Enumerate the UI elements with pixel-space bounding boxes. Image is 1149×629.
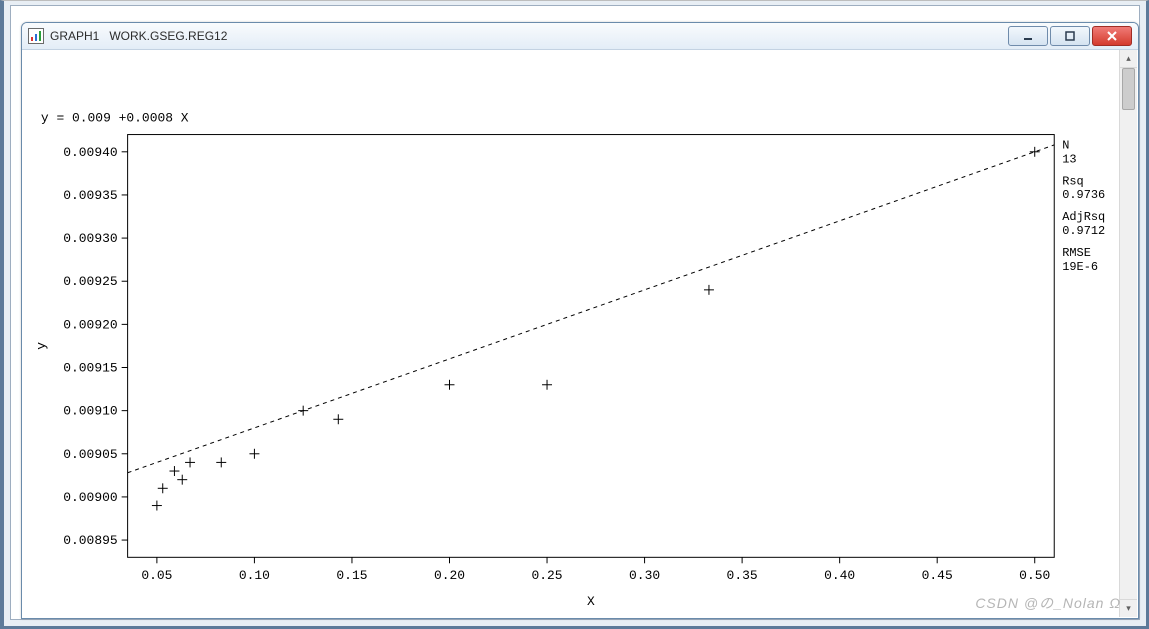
equation-text: y = 0.009 +0.0008 X: [41, 111, 189, 126]
svg-text:19E-6: 19E-6: [1062, 260, 1098, 274]
data-point: [704, 285, 714, 295]
svg-text:N: N: [1062, 138, 1069, 152]
close-button[interactable]: [1092, 26, 1132, 46]
data-point: [333, 414, 343, 424]
client-area: y = 0.009 +0.0008 X 0.00895 0.00900 0.00905…: [23, 50, 1137, 617]
scroll-up-button[interactable]: ▴: [1120, 50, 1137, 68]
data-point: [185, 457, 195, 467]
scroll-thumb[interactable]: [1122, 68, 1135, 110]
window-title: GRAPH1 WORK.GSEG.REG12: [50, 29, 227, 43]
svg-text:0.9736: 0.9736: [1062, 188, 1105, 202]
svg-text:Rsq: Rsq: [1062, 174, 1084, 188]
y-tick-label: 0.00910: [63, 404, 117, 419]
plot-frame: [128, 135, 1055, 558]
sas-graph-icon: [28, 28, 44, 44]
data-point: [158, 483, 168, 493]
y-axis-label: y: [34, 342, 49, 350]
x-tick-label: 0.40: [824, 568, 855, 583]
y-tick-label: 0.00940: [63, 145, 117, 160]
data-point: [177, 475, 187, 485]
svg-text:AdjRsq: AdjRsq: [1062, 210, 1105, 224]
content-area: GRAPH1 WORK.GSEG.REG12 y = 0.009 +0.0008: [10, 5, 1140, 620]
graph-window: GRAPH1 WORK.GSEG.REG12 y = 0.009 +0.0008: [21, 22, 1139, 619]
regression-stats: N13 Rsq0.9736 AdjRsq0.9712 RMSE19E-6: [1062, 138, 1105, 273]
x-tick-label: 0.30: [629, 568, 660, 583]
y-tick-label: 0.00930: [63, 231, 117, 246]
x-tick-label: 0.35: [727, 568, 758, 583]
svg-text:RMSE: RMSE: [1062, 246, 1091, 260]
x-tick-label: 0.20: [434, 568, 465, 583]
data-point: [542, 380, 552, 390]
scatter-chart: y = 0.009 +0.0008 X 0.00895 0.00900 0.00905…: [23, 50, 1119, 617]
y-tick-label: 0.00935: [63, 188, 117, 203]
x-tick-label: 0.10: [239, 568, 270, 583]
y-tick-label: 0.00915: [63, 360, 117, 375]
vertical-scrollbar[interactable]: ▴ ▾: [1119, 50, 1137, 617]
x-tick-label: 0.25: [531, 568, 562, 583]
y-tick-label: 0.00920: [63, 317, 117, 332]
data-point: [169, 466, 179, 476]
y-tick-label: 0.00900: [63, 490, 117, 505]
chart-area: y = 0.009 +0.0008 X 0.00895 0.00900 0.00905…: [23, 50, 1119, 617]
data-point: [216, 457, 226, 467]
scroll-down-button[interactable]: ▾: [1120, 599, 1137, 617]
data-point: [298, 406, 308, 416]
minimize-button[interactable]: [1008, 26, 1048, 46]
x-tick-label: 0.15: [336, 568, 367, 583]
x-axis-label: X: [587, 594, 595, 609]
outer-frame: GRAPH1 WORK.GSEG.REG12 y = 0.009 +0.0008: [0, 0, 1149, 629]
x-tick-label: 0.45: [922, 568, 953, 583]
x-tick-label: 0.05: [141, 568, 172, 583]
data-point: [1030, 147, 1040, 157]
titlebar[interactable]: GRAPH1 WORK.GSEG.REG12: [22, 23, 1138, 50]
data-point: [249, 449, 259, 459]
x-tick-label: 0.50: [1019, 568, 1050, 583]
window-controls: [1008, 26, 1132, 46]
y-tick-label: 0.00905: [63, 447, 117, 462]
regression-line: [128, 145, 1055, 473]
data-point: [445, 380, 455, 390]
maximize-button[interactable]: [1050, 26, 1090, 46]
svg-text:13: 13: [1062, 152, 1076, 166]
svg-text:0.9712: 0.9712: [1062, 224, 1105, 238]
y-tick-label: 0.00925: [63, 274, 117, 289]
data-point: [152, 501, 162, 511]
y-tick-label: 0.00895: [63, 533, 117, 548]
